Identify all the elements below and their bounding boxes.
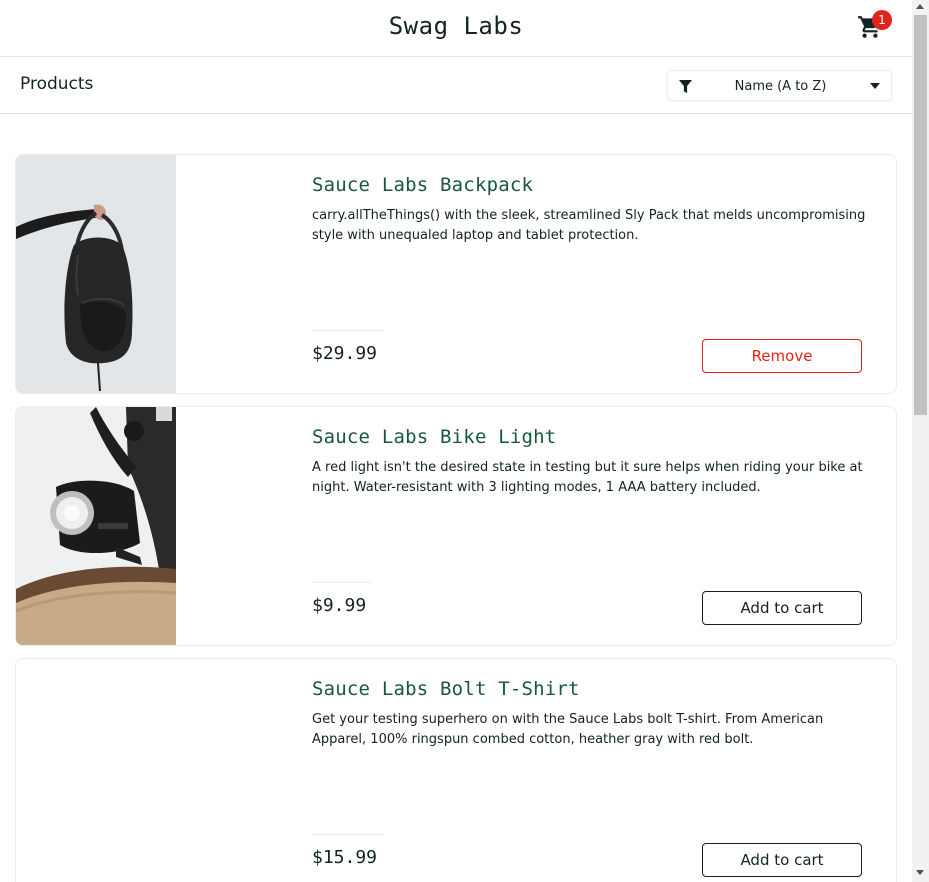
- product-price: $29.99: [312, 343, 378, 364]
- add-to-cart-button[interactable]: Add to cart: [702, 591, 862, 625]
- secondary-header: Products Name (A to Z): [0, 57, 912, 114]
- inventory-item: Sauce Labs Bike Light A red light isn't …: [15, 406, 897, 646]
- scroll-up-arrow-icon[interactable]: [916, 4, 924, 9]
- backpack-photo[interactable]: [16, 155, 176, 393]
- price-divider: [312, 582, 372, 583]
- product-description: carry.allTheThings() with the sleek, str…: [312, 208, 866, 243]
- inventory-item: Sauce Labs Bolt T-Shirt Get your testing…: [15, 658, 897, 882]
- bolt-tshirt-photo[interactable]: [16, 659, 176, 882]
- vertical-scrollbar[interactable]: [912, 0, 929, 882]
- remove-button[interactable]: Remove: [702, 339, 862, 373]
- product-name[interactable]: Sauce Labs Backpack: [312, 174, 533, 196]
- product-name[interactable]: Sauce Labs Bike Light: [312, 426, 556, 448]
- inventory-item: Sauce Labs Backpack carry.allTheThings()…: [15, 154, 897, 394]
- scroll-down-arrow-icon[interactable]: [916, 870, 924, 875]
- product-sort-select[interactable]: Name (A to Z): [667, 70, 892, 101]
- add-to-cart-button[interactable]: Add to cart: [702, 843, 862, 877]
- product-description: Get your testing superhero on with the S…: [312, 712, 824, 747]
- product-price: $9.99: [312, 595, 367, 616]
- bike-light-photo[interactable]: [16, 407, 176, 645]
- price-divider: [312, 834, 384, 835]
- chevron-down-icon: [870, 83, 880, 89]
- cart-badge: 1: [872, 10, 892, 30]
- scrollbar-thumb[interactable]: [914, 15, 927, 415]
- app-logo: Swag Labs: [388, 12, 524, 40]
- product-price: $15.99: [312, 847, 378, 868]
- inventory-list: Sauce Labs Backpack carry.allTheThings()…: [15, 154, 897, 882]
- primary-header: Swag Labs 1: [0, 0, 912, 57]
- product-description: A red light isn't the desired state in t…: [312, 460, 863, 495]
- price-divider: [312, 330, 384, 331]
- page-title: Products: [20, 74, 94, 94]
- product-name[interactable]: Sauce Labs Bolt T-Shirt: [312, 678, 580, 700]
- page: Swag Labs 1 Products Name (A to Z) Sauce…: [0, 0, 912, 882]
- sort-selected-value: Name (A to Z): [734, 79, 827, 94]
